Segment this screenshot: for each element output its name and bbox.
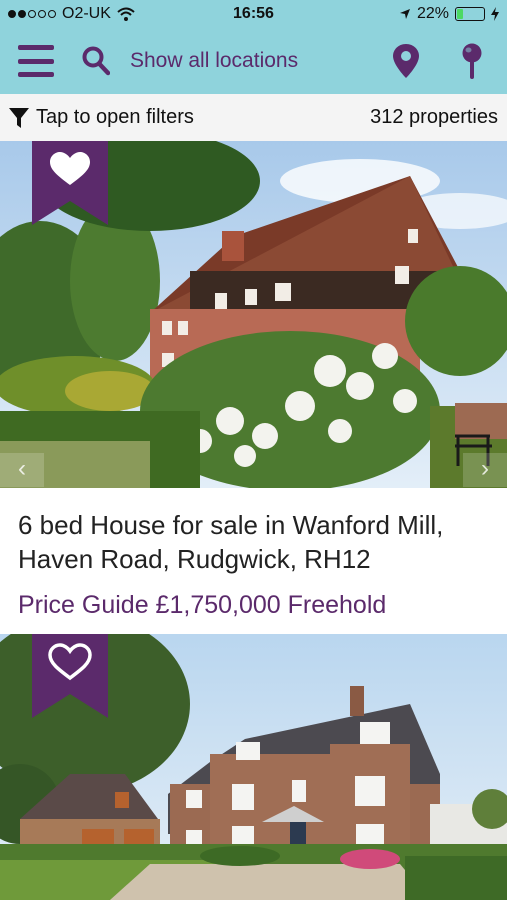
listing-card[interactable]: ‹ › 6 bed House for sale in Wanford Mill…: [0, 141, 507, 634]
funnel-icon: [9, 107, 29, 128]
favorite-bookmark-icon[interactable]: [32, 141, 108, 225]
next-photo-button[interactable]: ›: [463, 453, 507, 487]
battery-fill: [457, 9, 463, 19]
listing-price: Price Guide £1,750,000 Freehold: [18, 591, 387, 619]
app-screen: O2-UK 16:56 22% Show all locations Tap t…: [0, 0, 507, 900]
show-all-locations-link[interactable]: Show all locations: [130, 49, 298, 73]
location-arrow-icon: [399, 9, 410, 19]
drop-pin-icon[interactable]: [458, 43, 486, 81]
listing-title[interactable]: 6 bed House for sale in Wanford Mill, Ha…: [18, 488, 489, 576]
previous-photo-button[interactable]: ‹: [0, 453, 44, 487]
charging-icon: [491, 7, 499, 21]
filter-label: Tap to open filters: [36, 106, 194, 128]
map-pin-icon[interactable]: [392, 43, 420, 79]
open-filters-button[interactable]: Tap to open filters: [8, 106, 194, 129]
favorite-bookmark-icon[interactable]: [32, 634, 108, 718]
battery-icon: [455, 7, 485, 21]
app-header: Show all locations: [0, 30, 507, 94]
search-icon[interactable]: [82, 46, 110, 76]
listing-card[interactable]: [0, 634, 507, 900]
listing-photo[interactable]: [0, 634, 507, 900]
filter-bar[interactable]: Tap to open filters 312 properties: [0, 94, 507, 141]
hamburger-menu-icon[interactable]: [18, 45, 54, 77]
status-bar: O2-UK 16:56 22%: [0, 0, 507, 30]
listing-info[interactable]: 6 bed House for sale in Wanford Mill, Ha…: [0, 488, 507, 634]
status-right: 22%: [399, 5, 499, 23]
property-count: 312 properties: [370, 106, 498, 128]
battery-percent: 22%: [416, 5, 449, 22]
listing-photo[interactable]: ‹ ›: [0, 141, 507, 488]
